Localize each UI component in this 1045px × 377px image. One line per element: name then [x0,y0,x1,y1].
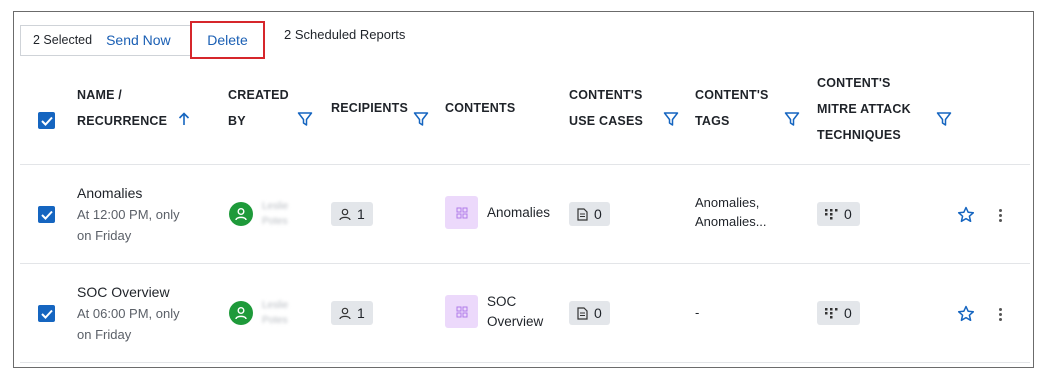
scheduled-reports-count: 2 Scheduled Reports [284,27,406,42]
column-tags: CONTENT'S TAGS [695,88,769,128]
user-icon [339,208,351,220]
mitre-count[interactable]: 0 [817,301,860,325]
document-icon [577,306,588,320]
report-name[interactable]: SOC Overview [77,284,170,300]
filter-icon[interactable] [663,111,679,127]
column-recipients: RECIPIENTS [331,101,409,115]
dashboard-icon [445,295,478,328]
column-contents: CONTENTS [445,101,516,115]
recipients-count[interactable]: 1 [331,301,373,325]
star-icon[interactable] [957,206,975,224]
use-cases-count[interactable]: 0 [569,202,610,226]
column-created-by: CREATED BY [228,88,289,128]
report-recurrence: At 12:00 PM, only on Friday [77,207,180,243]
user-icon [235,307,247,320]
user-icon [339,307,351,319]
checkmark-icon [40,116,53,126]
filter-icon[interactable] [936,111,952,127]
column-mitre: CONTENT'S MITRE ATTACK TECHNIQUES [817,76,911,142]
dashboard-grid-icon [456,207,467,218]
filter-icon[interactable] [297,111,313,127]
select-all-checkbox[interactable] [38,112,55,129]
mitre-matrix-icon [825,208,838,219]
use-cases-count[interactable]: 0 [569,301,610,325]
table-row[interactable]: SOC Overview At 06:00 PM, only on Friday… [20,264,1030,363]
checkmark-icon [40,309,53,319]
delete-highlight: Delete [190,21,265,59]
selected-count: 2 Selected [33,33,93,47]
report-recurrence: At 06:00 PM, only on Friday [77,306,180,342]
checkmark-icon [40,210,53,220]
avatar [229,301,253,325]
report-name[interactable]: Anomalies [77,185,142,201]
row-checkbox[interactable] [38,206,55,223]
creator-name: Leslie Potes [262,201,289,227]
dashboard-icon [445,196,478,229]
star-icon[interactable] [957,305,975,323]
column-use-cases: CONTENT'S USE CASES [569,88,644,128]
content-name[interactable]: Anomalies [487,203,550,223]
avatar [229,202,253,226]
filter-icon[interactable] [784,111,800,127]
sort-arrow-up-icon[interactable] [178,112,190,126]
content-tags: - [695,305,700,320]
kebab-menu-icon[interactable] [999,306,1005,323]
column-name[interactable]: NAME / RECURRENCE [77,82,167,134]
filter-icon[interactable] [413,111,429,127]
reports-panel: 2 Selected Send Now Delete 2 Scheduled R… [13,11,1034,368]
row-checkbox[interactable] [38,305,55,322]
recipients-count[interactable]: 1 [331,202,373,226]
send-now-button[interactable]: Send Now [106,32,171,48]
delete-button[interactable]: Delete [207,32,247,48]
mitre-matrix-icon [825,307,838,318]
content-tags: Anomalies, Anomalies... [695,195,767,229]
content-name[interactable]: SOC Overview [487,292,543,332]
mitre-count[interactable]: 0 [817,202,860,226]
selection-toolbar: 2 Selected Send Now Delete 2 Scheduled R… [20,21,405,59]
document-icon [577,207,588,221]
table-header: NAME / RECURRENCE CREATED BY RECIPIENTS … [20,70,1030,165]
creator-name: Leslie Potes [262,300,289,326]
user-icon [235,208,247,221]
table-row[interactable]: Anomalies At 12:00 PM, only on Friday Le… [20,165,1030,264]
dashboard-grid-icon [456,306,467,317]
kebab-menu-icon[interactable] [999,207,1005,224]
